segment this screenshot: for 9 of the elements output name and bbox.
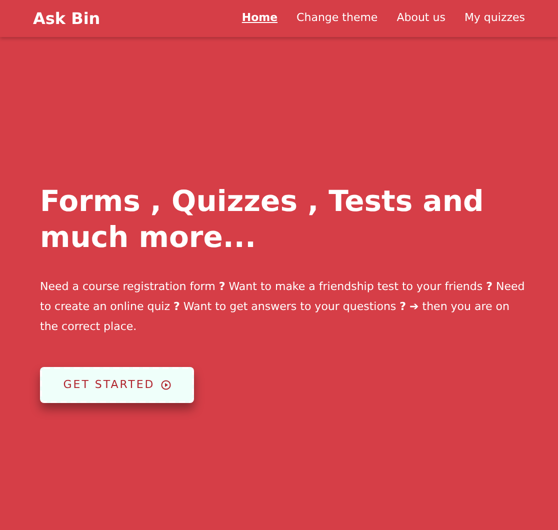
hero-description: Need a course registration form ? Want to make a friendship test to your friends ? Need to create an online quiz ? Want to get answers to your questions ? ➔ then you are on the correct place.	[40, 279, 526, 335]
brand-logo[interactable]: Ask Bin	[33, 6, 100, 30]
hero-title: Forms , Quizzes , Tests and much more...	[40, 183, 485, 255]
play-icon	[160, 380, 171, 390]
nav-link[interactable]: My quizzes	[464, 10, 525, 27]
nav-link[interactable]: About us	[396, 10, 446, 27]
nav-link[interactable]: Home	[242, 10, 278, 27]
get-started-button[interactable]: GET STARTED	[40, 367, 194, 403]
nav-link[interactable]: Change theme	[296, 10, 378, 27]
